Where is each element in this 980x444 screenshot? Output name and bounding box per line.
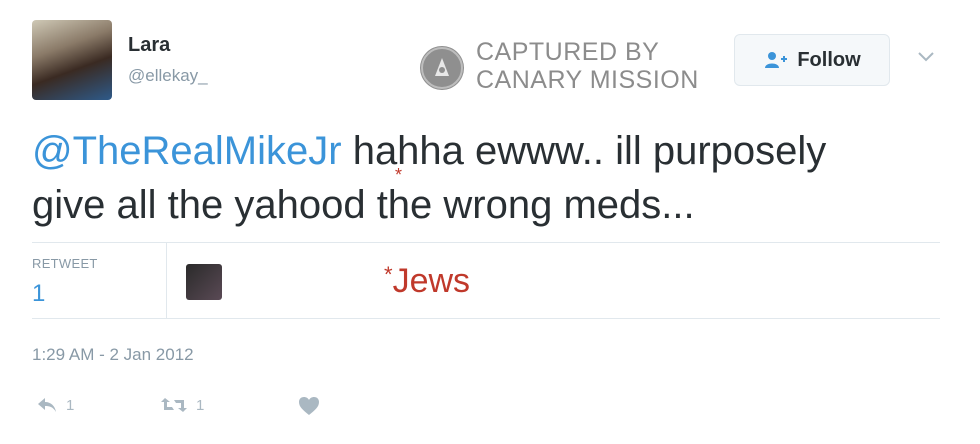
reply-icon [38, 398, 56, 412]
like-action[interactable] [298, 396, 320, 416]
tweet-text: @TheRealMikeJr hahha ewww.. ill purposel… [32, 124, 932, 232]
retweet-action[interactable]: 1 [160, 396, 204, 414]
user-handle[interactable]: @ellekay_ [128, 66, 208, 86]
watermark-line2: CANARY MISSION [476, 66, 699, 94]
tweet-line1: hahha ewww.. ill purposely [341, 129, 827, 173]
mention-link[interactable]: @TheRealMikeJr [32, 129, 342, 173]
reply-count: 1 [66, 396, 75, 414]
divider [32, 318, 940, 319]
avatar[interactable] [32, 20, 112, 100]
follow-label: Follow [797, 48, 861, 71]
follow-button[interactable]: Follow [734, 34, 890, 86]
divider [166, 243, 167, 318]
annotation-asterisk: * [395, 165, 403, 185]
heart-icon [299, 397, 319, 415]
retweeter-avatar[interactable] [186, 264, 222, 300]
retweet-count: 1 [196, 396, 205, 414]
retweet-stat-count[interactable]: 1 [32, 280, 45, 308]
add-user-icon [765, 52, 788, 68]
canary-mission-watermark: CAPTURED BY CANARY MISSION [420, 38, 720, 98]
chevron-down-icon[interactable] [916, 50, 936, 64]
retweet-stat-label: RETWEET [32, 256, 98, 271]
timestamp[interactable]: 1:29 AM - 2 Jan 2012 [32, 345, 194, 365]
retweet-icon [161, 398, 187, 412]
divider [32, 242, 940, 243]
tweet-line2: give all the yahood the wrong meds... [32, 183, 695, 227]
canary-logo-icon [420, 46, 464, 90]
annotation-note: *Jews [384, 262, 470, 301]
annotation-note-star: * [384, 262, 393, 287]
watermark-line1: CAPTURED BY [476, 38, 660, 66]
user-name[interactable]: Lara [128, 34, 170, 57]
annotation-note-text: Jews [392, 262, 471, 300]
reply-action[interactable]: 1 [36, 396, 74, 414]
